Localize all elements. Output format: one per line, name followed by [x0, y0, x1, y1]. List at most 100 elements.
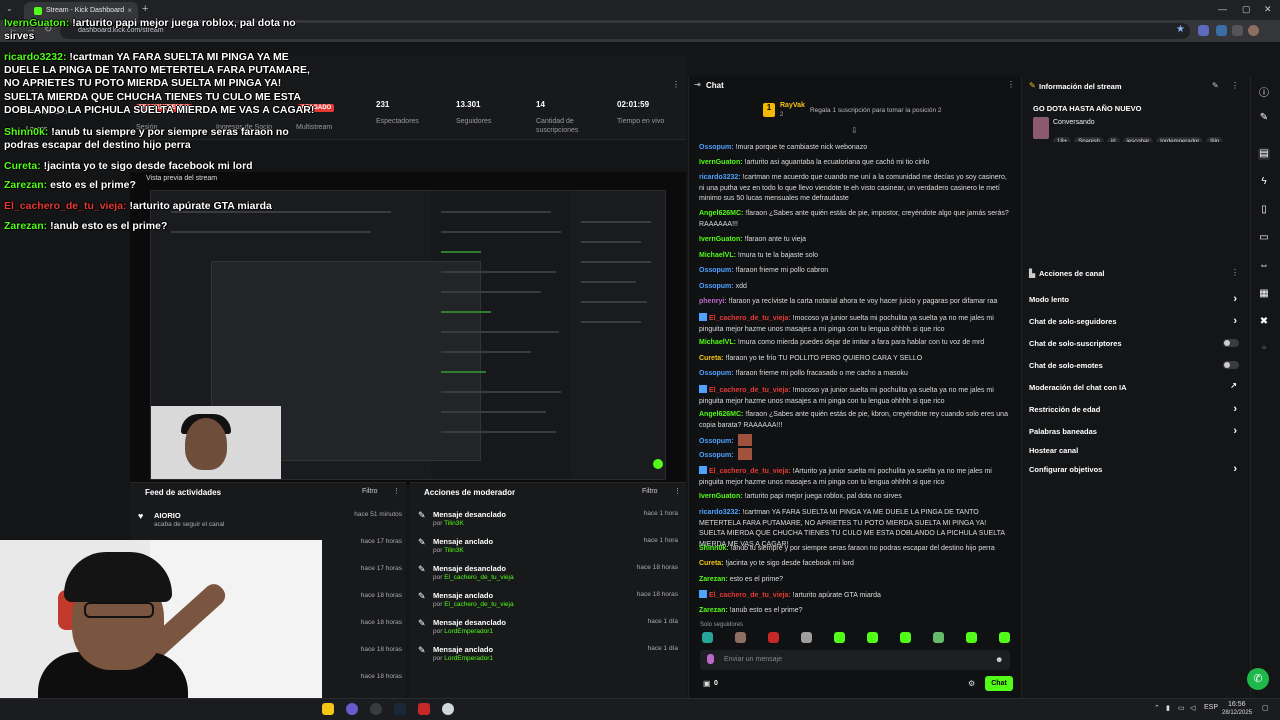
chat-send-button[interactable]: Chat — [985, 676, 1013, 691]
chat-identity-icon[interactable] — [707, 654, 714, 664]
stream-tag[interactable]: lordemperador — [1156, 137, 1204, 142]
info-more-icon[interactable]: ⋮ — [1231, 81, 1239, 90]
notifications-icon[interactable]: ▢ — [1262, 704, 1269, 712]
chat-username[interactable]: El_cachero_de_tu_vieja: — [709, 468, 791, 475]
chat-message[interactable]: MichaelVL: !mura tu te la bajaste solo — [699, 251, 1011, 262]
chat-message[interactable]: El_cachero_de_tu_vieja: !mocoso ya junio… — [699, 313, 1011, 335]
tab-close-icon[interactable]: × — [127, 6, 132, 15]
chat-message-input[interactable]: Enviar un mensaje — [700, 650, 1010, 670]
channel-action-item[interactable]: Restricción de edad › — [1029, 403, 1241, 419]
channel-actions-more-icon[interactable]: ⋮ — [1231, 268, 1239, 277]
chat-collapse-icon[interactable]: ⇥ — [694, 80, 701, 89]
chat-more-icon[interactable]: ⋮ — [1007, 80, 1015, 89]
moderator-more-icon[interactable]: ⋮ — [674, 487, 681, 495]
chat-username[interactable]: Ossopum: — [699, 438, 734, 445]
tab-search-icon[interactable]: ⌄ — [6, 4, 13, 13]
chat-username[interactable]: Cureta: — [699, 560, 724, 567]
chat-message[interactable]: MichaelVL: !mura como mierda puedes deja… — [699, 338, 1011, 349]
preview-more-icon[interactable]: ⋮ — [672, 80, 680, 89]
toggle-switch[interactable] — [1223, 361, 1239, 369]
chat-message[interactable]: IvernGuaton: !faraon ante tu vieja — [699, 235, 1011, 246]
chat-username[interactable]: Ossopum: — [699, 370, 734, 377]
stream-tag[interactable]: irl — [1106, 137, 1120, 142]
chat-username[interactable]: Zarezan: — [699, 607, 728, 614]
emoji-picker-icon[interactable]: ☻ — [995, 655, 1003, 664]
top-gifter-banner[interactable]: 1 RayVak 2 Regala 1 suscripción para tom… — [760, 101, 1010, 123]
emote-icon[interactable] — [900, 632, 911, 643]
info-circle-icon[interactable]: ⓘ — [1258, 84, 1270, 99]
channel-action-item[interactable]: Palabras baneadas › — [1029, 425, 1241, 441]
bookmark-star-icon[interactable]: ★ — [1176, 24, 1185, 35]
channel-action-item[interactable]: Chat de solo-emotes — [1029, 361, 1241, 375]
chat-message[interactable]: Ossopum: xdd — [699, 282, 1011, 293]
maximize-icon[interactable]: ▢ — [1242, 4, 1251, 15]
chat-username[interactable]: ricardo3232: — [699, 509, 741, 516]
chat-username[interactable]: Ossopum: — [699, 452, 734, 459]
pencil-icon[interactable]: ✎ — [1258, 112, 1270, 124]
edit-info-icon[interactable]: ✎ — [1212, 81, 1219, 90]
emote-icon[interactable] — [933, 632, 944, 643]
help-chat-icon[interactable]: ✆ — [1247, 668, 1269, 690]
chat-message[interactable]: IvernGuaton: !arturito asi aguantaba la … — [699, 158, 1011, 169]
channel-action-item[interactable]: Modo lento › — [1029, 293, 1241, 309]
stream-tag[interactable]: Spanish — [1074, 137, 1104, 142]
chat-username[interactable]: IvernGuaton: — [699, 159, 743, 166]
chat-message[interactable]: ricardo3232: !cartman me acuerdo que cua… — [699, 173, 1011, 205]
chrome-icon[interactable] — [370, 703, 382, 715]
wrench-icon[interactable]: ✖ — [1258, 316, 1270, 328]
chat-username[interactable]: Zarezan: — [699, 576, 728, 583]
moderator-username[interactable]: Tilin3K — [444, 520, 464, 527]
chat-username[interactable]: Cureta: — [699, 355, 724, 362]
monitor-icon[interactable]: ▤ — [1258, 148, 1270, 160]
emote-icon[interactable] — [735, 632, 746, 643]
chat-username[interactable]: IvernGuaton: — [699, 236, 743, 243]
chat-username[interactable]: Ossopum: — [699, 283, 734, 290]
chat-username[interactable]: IvernGuaton: — [699, 493, 743, 500]
close-window-icon[interactable]: ✕ — [1264, 4, 1272, 15]
emote-icon[interactable] — [702, 632, 713, 643]
emote-icon[interactable] — [801, 632, 812, 643]
chat-message[interactable]: phenryi: !faraon ya recíviste la carta n… — [699, 297, 1011, 308]
chat-message[interactable]: Ossopum: — [699, 448, 1011, 462]
emote-icon[interactable] — [867, 632, 878, 643]
chat-username[interactable]: ricardo3232: — [699, 174, 741, 181]
chat-username[interactable]: Angel626MC: — [699, 210, 743, 217]
channel-action-item[interactable]: Hostear canal — [1029, 446, 1241, 460]
chat-username[interactable]: El_cachero_de_tu_vieja: — [709, 315, 791, 322]
extensions-puzzle-icon[interactable] — [1232, 25, 1243, 36]
moderator-username[interactable]: LordEmperador1 — [444, 628, 493, 635]
message-icon[interactable]: ▭ — [1258, 232, 1270, 244]
keyboard-language[interactable]: ESP — [1204, 704, 1218, 711]
chat-message[interactable]: El_cachero_de_tu_vieja: !Arturito ya jun… — [699, 466, 1011, 488]
moderator-action-row[interactable]: ✎ Mensaje desanclado por El_cachero_de_tu_… — [414, 561, 682, 588]
grid-icon[interactable]: ▦ — [1258, 288, 1270, 300]
speaker-icon[interactable]: ◁ — [1190, 704, 1195, 712]
chat-message[interactable]: Shinn0k: !anub tu siempre y por siempre … — [699, 544, 1011, 555]
emote-icon[interactable] — [834, 632, 845, 643]
game-icon[interactable] — [418, 703, 430, 715]
stream-tag[interactable]: jescobar — [1122, 137, 1154, 142]
chat-message[interactable]: Zarezan: !anub esto es el prime? — [699, 606, 1011, 617]
mic-icon[interactable]: ▮ — [1166, 704, 1170, 712]
chat-message[interactable]: Ossopum: !faraon frieme mi pollo cabron — [699, 266, 1011, 277]
activity-row[interactable]: ♥ AIORIO acaba de seguir el canal hace 51 m… — [130, 507, 402, 534]
profile-avatar[interactable] — [1248, 25, 1259, 36]
display-icon[interactable]: ▭ — [1178, 704, 1185, 712]
gift-icon[interactable]: ▣ — [703, 679, 711, 688]
moderator-action-row[interactable]: ✎ Mensaje desanclado por LordEmperador1 hac… — [414, 615, 682, 642]
channel-action-item[interactable]: Chat de solo-seguidores › — [1029, 315, 1241, 331]
chat-message[interactable]: Angel626MC: !faraon ¿Sabes ante quién es… — [699, 410, 1011, 431]
stream-tag[interactable]: 18+ — [1053, 137, 1072, 142]
chat-username[interactable]: Angel626MC: — [699, 411, 743, 418]
channel-action-item[interactable]: Moderación del chat con IA ↗ — [1029, 381, 1241, 397]
chat-username[interactable]: Ossopum: — [699, 267, 734, 274]
tray-chevron-icon[interactable]: ⌃ — [1154, 704, 1160, 712]
moderator-action-row[interactable]: ✎ Mensaje desanclado por Tilin3K hace 1 hor… — [414, 507, 682, 534]
minimize-icon[interactable]: — — [1218, 4, 1227, 14]
chat-username[interactable]: Shinn0k: — [699, 545, 729, 552]
chat-message[interactable]: Cureta: !jacinta yo te sigo desde facebo… — [699, 559, 1011, 570]
emote-icon[interactable] — [999, 632, 1010, 643]
moderator-username[interactable]: El_cachero_de_tu_vieja — [444, 574, 513, 581]
chat-username[interactable]: MichaelVL: — [699, 339, 736, 346]
activity-filter-button[interactable]: Filtro — [362, 488, 378, 495]
